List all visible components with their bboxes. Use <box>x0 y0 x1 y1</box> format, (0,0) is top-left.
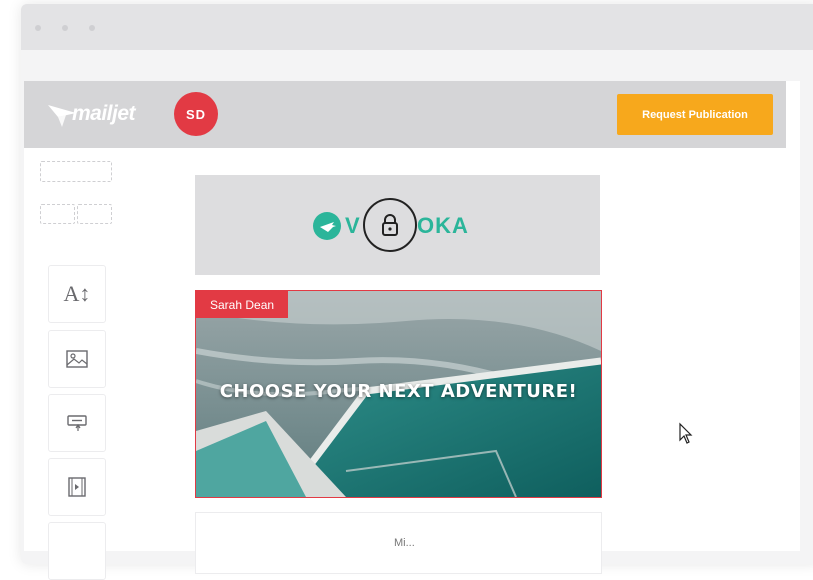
brand-name: OKA <box>417 213 469 238</box>
hero-title: CHOOSE YOUR NEXT ADVENTURE! <box>219 381 578 402</box>
logo-text: mailjet <box>72 102 136 125</box>
email-text-block[interactable]: Mi... <box>195 512 602 574</box>
avatar[interactable]: SD <box>174 92 218 136</box>
minimize-window-dot[interactable] <box>62 25 68 31</box>
text-tool[interactable]: A↕ <box>48 265 106 323</box>
mailjet-logo[interactable]: mailjet <box>46 99 146 131</box>
button-icon <box>67 415 87 431</box>
editing-user-tag: Sarah Dean <box>196 291 289 318</box>
airplane-logo-icon <box>313 212 341 240</box>
image-icon <box>66 350 88 368</box>
image-tool[interactable] <box>48 330 106 388</box>
text-icon: A↕ <box>63 281 91 306</box>
builder-sidebar: A↕ <box>24 148 128 580</box>
video-tool[interactable] <box>48 458 106 516</box>
mouse-pointer-icon <box>679 422 693 444</box>
hero-image-block[interactable]: Sarah Dean CHOOSE YOUR NEXT ADVENTURE! <box>195 290 602 498</box>
maximize-window-dot[interactable] <box>89 25 95 31</box>
lock-icon[interactable] <box>363 198 417 252</box>
close-window-dot[interactable] <box>35 25 41 31</box>
brand-name-prefix: V <box>345 213 361 238</box>
editor-topbar: mailjet SD Request Publication <box>24 81 786 148</box>
button-tool[interactable] <box>48 394 106 452</box>
request-publication-button[interactable]: Request Publication <box>617 94 773 135</box>
email-header-block[interactable]: V OKA <box>195 175 600 275</box>
layout-one-column[interactable] <box>40 161 112 182</box>
layout-two-column-left[interactable] <box>40 204 75 224</box>
text-block-content: Mi... <box>394 537 415 549</box>
video-icon <box>68 477 86 497</box>
window-titlebar <box>21 4 813 50</box>
divider-tool[interactable] <box>48 522 106 580</box>
layout-two-column-right[interactable] <box>77 204 112 224</box>
